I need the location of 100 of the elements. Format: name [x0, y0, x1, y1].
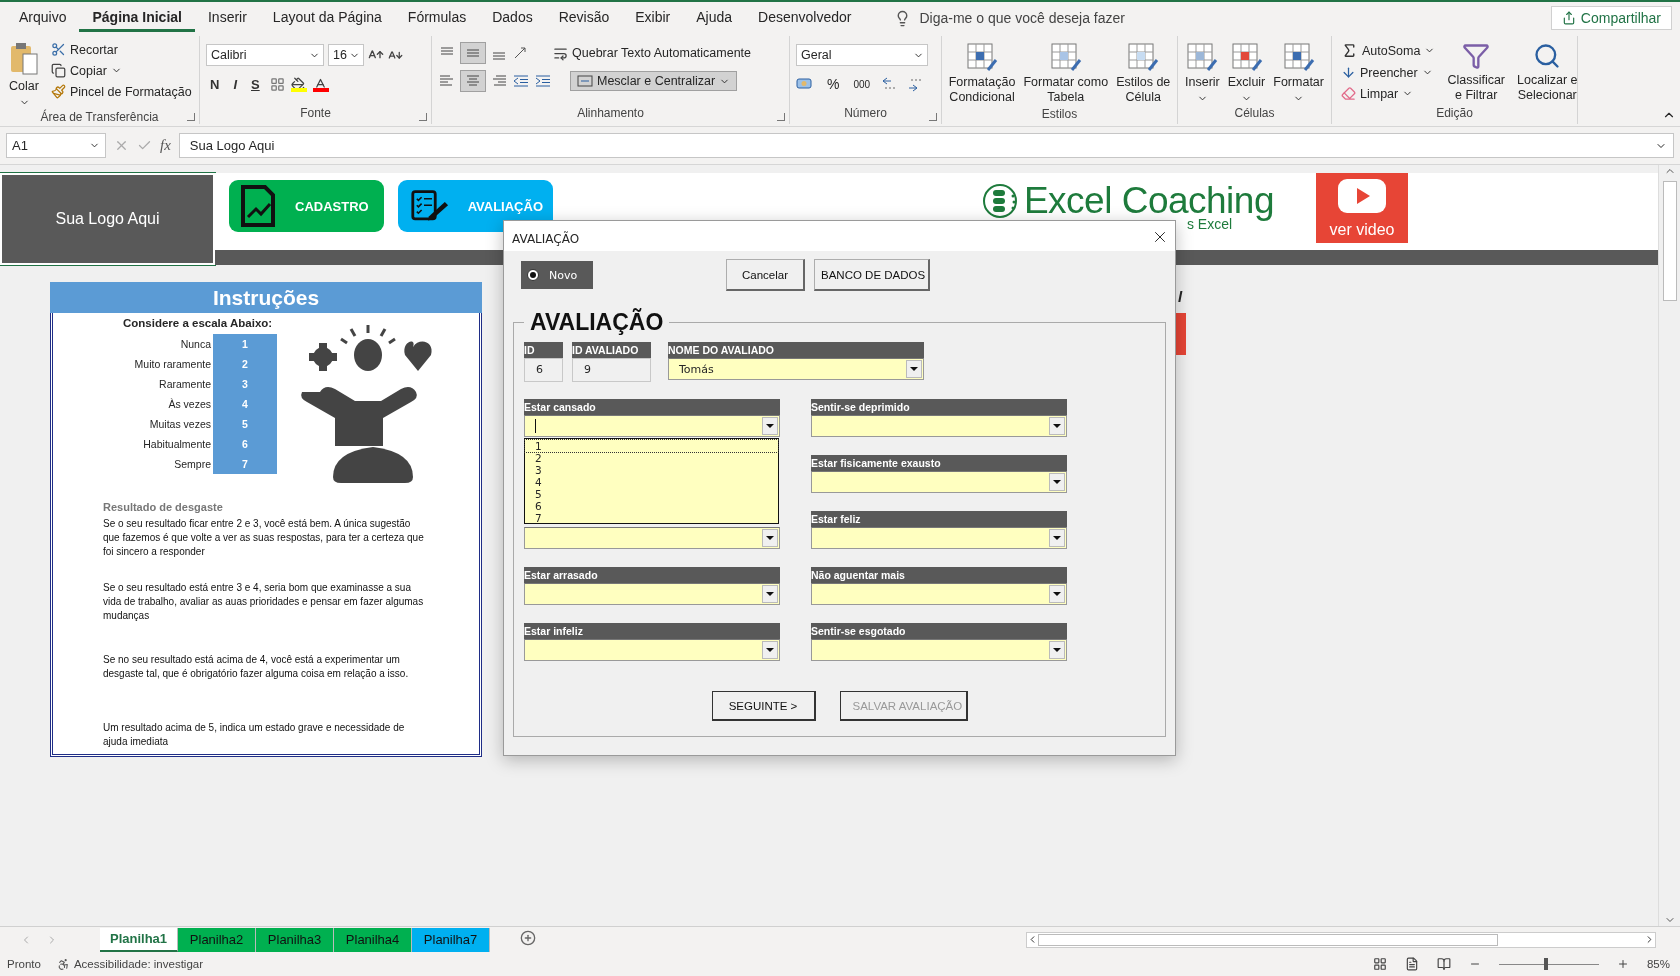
font-style-button[interactable]: I: [229, 74, 241, 95]
editing-button[interactable]: Limpar: [1338, 84, 1439, 103]
editing-button[interactable]: AutoSoma: [1338, 40, 1439, 61]
align-right-icon[interactable]: [490, 73, 508, 89]
page-layout-icon[interactable]: [1404, 957, 1419, 971]
id-field[interactable]: 6: [524, 358, 563, 382]
menu-tab[interactable]: Fórmulas: [394, 4, 480, 32]
insert-function-button[interactable]: fx: [160, 137, 171, 154]
cell-grid-icon[interactable]: [1186, 42, 1219, 72]
styles-button[interactable]: Formatação Condicional: [945, 40, 1019, 107]
zoom-thumb[interactable]: [1543, 958, 1548, 970]
dropdown-option[interactable]: 6: [525, 500, 778, 512]
id-field[interactable]: 9: [572, 358, 651, 382]
tell-me-field[interactable]: Diga-me o que você deseja fazer: [919, 10, 1125, 26]
scale-label: Habitualmente: [142, 437, 212, 452]
editing-large-button[interactable]: Localizar e Selecionar: [1514, 40, 1581, 106]
table-style-icon[interactable]: [966, 42, 998, 72]
font-style-button[interactable]: S: [247, 74, 264, 95]
name-box[interactable]: A1: [6, 133, 106, 158]
borders-icon[interactable]: [269, 77, 285, 92]
answer-dropdown[interactable]: [524, 639, 780, 661]
cell-grid-icon[interactable]: [1230, 42, 1263, 72]
dropdown-option[interactable]: 4: [525, 476, 778, 488]
answer-dropdown[interactable]: [811, 583, 1067, 605]
radio-button[interactable]: [527, 269, 539, 281]
menu-tab[interactable]: Arquivo: [6, 4, 80, 32]
font-size-select[interactable]: 16: [328, 44, 364, 66]
question-label: Estar cansado: [524, 399, 780, 415]
answer-dropdown[interactable]: [811, 639, 1067, 661]
table-style-icon[interactable]: [1049, 42, 1082, 72]
clipboard-button[interactable]: Pincel de Formatação: [48, 82, 195, 101]
menu-tab[interactable]: Ajuda: [683, 4, 746, 32]
fill-color-icon[interactable]: [290, 77, 307, 92]
thousands-button[interactable]: 000: [850, 76, 874, 92]
dropdown-option[interactable]: 2: [525, 452, 778, 464]
sheet-tab[interactable]: Planilha7: [412, 927, 491, 952]
font-style-button[interactable]: N: [206, 74, 224, 95]
accessibility-icon[interactable]: [56, 957, 70, 971]
menu-tab[interactable]: Inserir: [194, 4, 260, 32]
dialog-button[interactable]: BANCO DE DADOS: [814, 259, 930, 291]
styles-button[interactable]: Formatar como Tabela: [1020, 40, 1112, 107]
action-button[interactable]: SEGUINTE >: [711, 691, 816, 721]
answer-dropdown[interactable]: [811, 471, 1067, 493]
styles-button[interactable]: Estilos de Célula: [1113, 40, 1174, 107]
clipboard-button[interactable]: Copiar: [48, 61, 195, 80]
zoom-in-icon[interactable]: [1616, 958, 1629, 970]
normal-view-icon[interactable]: [1372, 957, 1387, 971]
brand-logo-icon: [981, 182, 1020, 220]
cell-grid-icon[interactable]: [1282, 42, 1315, 72]
answer-dropdown[interactable]: [811, 527, 1067, 549]
horizontal-scrollbar[interactable]: [1026, 931, 1656, 948]
align-center-icon[interactable]: [464, 73, 482, 89]
new-option[interactable]: Novo: [521, 261, 593, 289]
sheet-tab[interactable]: Planilha1: [100, 927, 179, 952]
dropdown-option[interactable]: 7: [525, 512, 778, 524]
add-sheet-icon[interactable]: [520, 929, 537, 946]
editing-button[interactable]: Preencher: [1338, 63, 1439, 82]
name-dropdown[interactable]: Tomás: [668, 358, 924, 380]
answer-dropdown[interactable]: [811, 415, 1067, 437]
paste-button[interactable]: Colar: [6, 40, 42, 110]
menu-tab[interactable]: Layout da Página: [259, 4, 395, 32]
percent-button[interactable]: %: [824, 74, 843, 94]
answer-dropdown[interactable]: [524, 583, 780, 605]
increase-indent-icon[interactable]: [534, 73, 552, 89]
cells-button[interactable]: Excluir: [1224, 40, 1269, 106]
menu-tab[interactable]: Revisão: [545, 4, 623, 32]
menu-tab[interactable]: Dados: [479, 4, 546, 32]
scroll-thumb[interactable]: [1038, 933, 1498, 946]
align-left-icon[interactable]: [438, 73, 456, 89]
font-color-icon[interactable]: [312, 77, 329, 92]
sheet-tab[interactable]: Planilha3: [256, 927, 335, 952]
answer-dropdown[interactable]: [524, 527, 780, 549]
status-text: Pronto: [7, 958, 41, 970]
number-format-select[interactable]: Geral: [796, 44, 928, 66]
dialog-button[interactable]: Cancelar: [726, 259, 805, 291]
merge-center-button[interactable]: Mesclar e Centralizar: [570, 71, 738, 91]
sheet-tab[interactable]: Planilha2: [178, 927, 257, 952]
sheet-tab[interactable]: Planilha4: [334, 927, 413, 952]
accessibility-status[interactable]: Acessibilidade: investigar: [73, 958, 203, 970]
editing-large-button[interactable]: Classificar e Filtrar: [1444, 40, 1509, 106]
clipboard-button[interactable]: Recortar: [48, 40, 195, 59]
scroll-thumb[interactable]: [1662, 181, 1677, 301]
formula-field[interactable]: Sua Logo Aqui: [178, 133, 1674, 158]
dropdown-option[interactable]: 1: [525, 440, 778, 452]
cells-button[interactable]: Formatar: [1270, 40, 1327, 106]
wrap-text-button[interactable]: Quebrar Texto Automaticamente: [550, 43, 755, 63]
vertical-scrollbar[interactable]: [1658, 165, 1680, 926]
menu-tab[interactable]: Página Inicial: [79, 4, 195, 32]
page-break-icon[interactable]: [1436, 957, 1451, 971]
cells-button[interactable]: Inserir: [1182, 40, 1223, 106]
zoom-level[interactable]: 85%: [1646, 958, 1670, 970]
video-button[interactable]: ver video: [1316, 173, 1408, 243]
menu-tab[interactable]: Desenvolvedor: [745, 4, 865, 32]
menu-tab[interactable]: Exibir: [622, 4, 684, 32]
dropdown-option[interactable]: 5: [525, 488, 778, 500]
dropdown-option[interactable]: 3: [525, 464, 778, 476]
share-button[interactable]: Compartilhar: [1550, 6, 1672, 30]
font-name-select[interactable]: Calibri: [206, 44, 324, 66]
decrease-indent-icon[interactable]: [512, 73, 530, 89]
table-style-icon[interactable]: [1127, 42, 1160, 72]
